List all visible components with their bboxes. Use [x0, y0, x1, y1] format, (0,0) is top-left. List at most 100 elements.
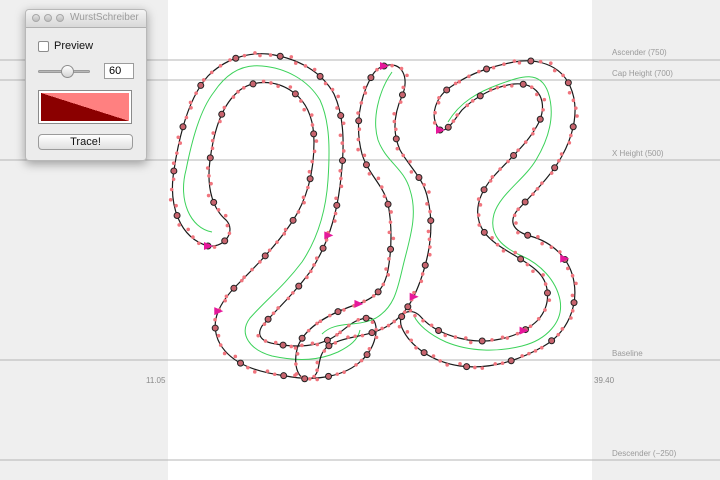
- offcurve-handle[interactable]: [302, 107, 307, 112]
- offcurve-handle[interactable]: [387, 257, 391, 261]
- offcurve-handle[interactable]: [382, 194, 387, 199]
- offcurve-handle[interactable]: [512, 213, 517, 218]
- offcurve-handle[interactable]: [570, 309, 575, 313]
- offcurve-handle[interactable]: [458, 362, 462, 366]
- offcurve-handle[interactable]: [286, 296, 291, 301]
- offcurve-handle[interactable]: [294, 372, 299, 376]
- offcurve-handle[interactable]: [239, 278, 244, 283]
- offcurve-handle[interactable]: [476, 197, 481, 201]
- offcurve-handle[interactable]: [543, 308, 547, 312]
- on-curve-node[interactable]: [316, 72, 324, 80]
- on-curve-node[interactable]: [325, 372, 333, 380]
- offcurve-handle[interactable]: [427, 190, 431, 194]
- offcurve-handle[interactable]: [397, 324, 402, 329]
- on-curve-node[interactable]: [387, 245, 395, 253]
- on-curve-node[interactable]: [368, 329, 376, 337]
- on-curve-node[interactable]: [221, 237, 229, 245]
- offcurve-handle[interactable]: [531, 127, 536, 131]
- offcurve-handle[interactable]: [480, 366, 485, 370]
- offcurve-handle[interactable]: [380, 326, 384, 331]
- offcurve-handle[interactable]: [426, 229, 431, 234]
- on-curve-node[interactable]: [355, 117, 363, 125]
- offcurve-handle[interactable]: [457, 79, 462, 84]
- offcurve-handle[interactable]: [275, 240, 279, 244]
- offcurve-handle[interactable]: [405, 330, 410, 334]
- offcurve-handle[interactable]: [419, 279, 424, 284]
- offcurve-handle[interactable]: [360, 333, 365, 338]
- on-curve-node[interactable]: [363, 351, 371, 359]
- offcurve-handle[interactable]: [223, 298, 227, 303]
- offcurve-handle[interactable]: [231, 95, 236, 99]
- offcurve-handle[interactable]: [210, 138, 215, 143]
- offcurve-handle[interactable]: [381, 282, 386, 287]
- offcurve-handle[interactable]: [353, 334, 357, 339]
- offcurve-handle[interactable]: [488, 88, 493, 92]
- on-curve-node[interactable]: [237, 359, 245, 367]
- offcurve-handle[interactable]: [402, 310, 407, 314]
- offcurve-handle[interactable]: [367, 171, 372, 176]
- on-curve-node[interactable]: [261, 252, 269, 260]
- offcurve-handle[interactable]: [432, 121, 437, 125]
- offcurve-handle[interactable]: [189, 105, 193, 110]
- offcurve-handle[interactable]: [242, 85, 246, 90]
- on-curve-node[interactable]: [333, 201, 341, 209]
- on-curve-node[interactable]: [218, 110, 226, 118]
- offcurve-handle[interactable]: [252, 370, 257, 374]
- offcurve-handle[interactable]: [542, 97, 547, 102]
- offcurve-handle[interactable]: [395, 146, 400, 151]
- offcurve-handle[interactable]: [209, 181, 213, 186]
- offcurve-handle[interactable]: [500, 361, 505, 365]
- offcurve-handle[interactable]: [271, 311, 276, 316]
- offcurve-handle[interactable]: [356, 137, 361, 142]
- offcurve-handle[interactable]: [194, 91, 198, 95]
- offcurve-handle[interactable]: [533, 349, 538, 353]
- offcurve-handle[interactable]: [498, 167, 502, 171]
- offcurve-handle[interactable]: [341, 121, 346, 126]
- offcurve-handle[interactable]: [169, 187, 174, 192]
- offcurve-handle[interactable]: [422, 183, 426, 187]
- offcurve-handle[interactable]: [438, 359, 442, 363]
- offcurve-handle[interactable]: [282, 232, 287, 236]
- offcurve-handle[interactable]: [493, 362, 498, 366]
- offcurve-handle[interactable]: [253, 51, 257, 55]
- offcurve-handle[interactable]: [401, 85, 406, 90]
- offcurve-handle[interactable]: [490, 338, 494, 342]
- offcurve-handle[interactable]: [268, 53, 273, 57]
- offcurve-handle[interactable]: [574, 106, 578, 110]
- offcurve-handle[interactable]: [306, 185, 310, 190]
- offcurve-handle[interactable]: [310, 123, 315, 127]
- offcurve-handle[interactable]: [338, 133, 343, 138]
- offcurve-handle[interactable]: [216, 208, 221, 212]
- offcurve-handle[interactable]: [272, 372, 277, 377]
- offcurve-handle[interactable]: [283, 227, 288, 232]
- offcurve-handle[interactable]: [295, 352, 300, 356]
- offcurve-handle[interactable]: [174, 203, 178, 208]
- offcurve-handle[interactable]: [171, 177, 176, 182]
- on-curve-node[interactable]: [404, 303, 412, 311]
- offcurve-handle[interactable]: [306, 328, 311, 333]
- offcurve-handle[interactable]: [218, 63, 223, 68]
- on-curve-node[interactable]: [339, 157, 347, 165]
- offcurve-handle[interactable]: [421, 318, 425, 323]
- offcurve-handle[interactable]: [362, 299, 366, 304]
- minimize-window-button[interactable]: [44, 14, 52, 22]
- palette-titlebar[interactable]: WurstSchreiber: [26, 10, 146, 28]
- close-window-button[interactable]: [32, 14, 40, 22]
- offcurve-handle[interactable]: [362, 85, 367, 90]
- offcurve-handle[interactable]: [513, 250, 518, 255]
- offcurve-handle[interactable]: [543, 282, 548, 286]
- on-curve-node[interactable]: [480, 228, 488, 236]
- offcurve-handle[interactable]: [556, 332, 561, 337]
- offcurve-handle[interactable]: [299, 99, 303, 103]
- offcurve-handle[interactable]: [536, 317, 541, 321]
- offcurve-handle[interactable]: [390, 63, 394, 68]
- offcurve-handle[interactable]: [356, 111, 360, 115]
- offcurve-handle[interactable]: [531, 131, 535, 136]
- offcurve-handle[interactable]: [341, 149, 346, 153]
- offcurve-handle[interactable]: [312, 149, 317, 154]
- on-curve-node[interactable]: [478, 337, 486, 345]
- on-curve-node[interactable]: [524, 231, 532, 239]
- offcurve-handle[interactable]: [342, 370, 346, 374]
- offcurve-handle[interactable]: [392, 319, 397, 324]
- offcurve-handle[interactable]: [541, 273, 545, 277]
